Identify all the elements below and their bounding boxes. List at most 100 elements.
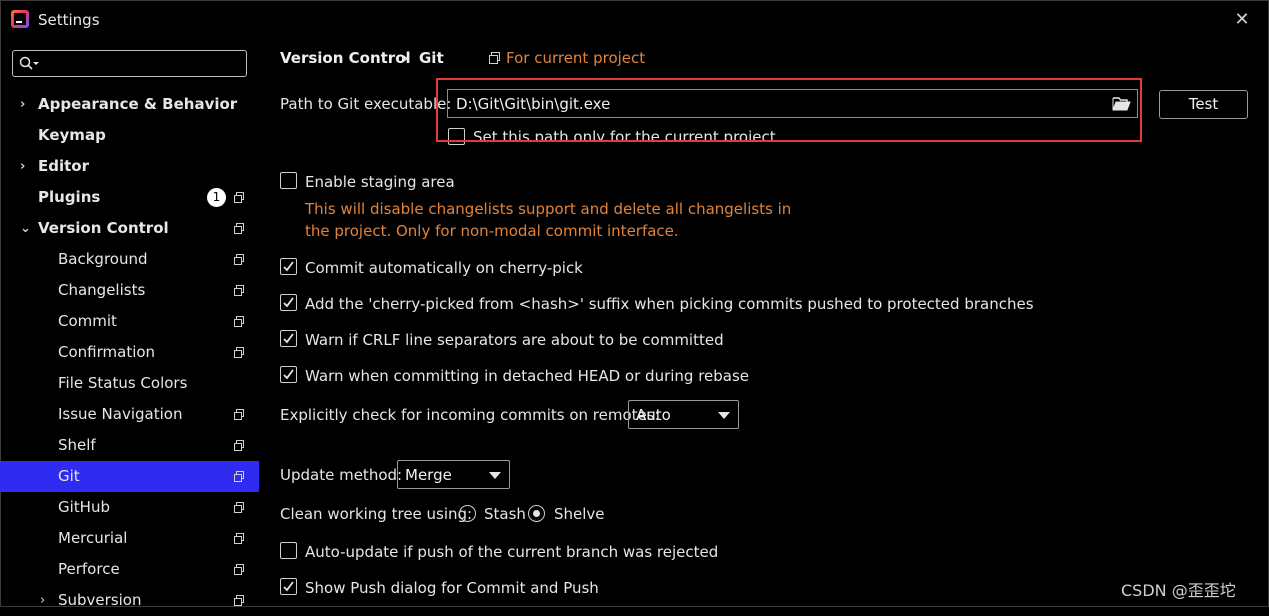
enable-staging-label: Enable staging area — [305, 173, 455, 191]
sidebar-item-git[interactable]: Git — [0, 461, 259, 492]
checkmark-icon — [283, 581, 294, 592]
sidebar-item-keymap[interactable]: Keymap — [0, 120, 259, 151]
cherry-pick-commit-checkbox[interactable] — [280, 258, 297, 275]
enable-staging-checkbox[interactable] — [280, 172, 297, 189]
sidebar-item-appearance-behavior[interactable]: › Appearance & Behavior — [0, 89, 259, 120]
project-scope-icon — [234, 502, 245, 513]
search-icon — [19, 56, 39, 70]
sidebar-item-background[interactable]: Background — [0, 244, 259, 275]
window-title: Settings — [38, 11, 100, 29]
chevron-right-icon[interactable]: › — [20, 89, 32, 120]
sidebar-item-github[interactable]: GitHub — [0, 492, 259, 523]
detached-head-checkbox[interactable] — [280, 366, 297, 383]
sidebar-item-label: Editor — [38, 157, 89, 175]
sidebar-item-label: File Status Colors — [58, 374, 188, 392]
cherry-pick-suffix-label: Add the 'cherry-picked from <hash>' suff… — [305, 295, 1034, 313]
sidebar-item-plugins[interactable]: Plugins 1 — [0, 182, 259, 213]
folder-open-icon[interactable] — [1112, 96, 1131, 111]
auto-update-checkbox[interactable] — [280, 542, 297, 559]
sidebar-item-editor[interactable]: › Editor — [0, 151, 259, 182]
app-logo-icon — [11, 10, 29, 28]
sidebar-item-commit[interactable]: Commit — [0, 306, 259, 337]
update-count-badge: 1 — [207, 188, 226, 207]
git-path-label: Path to Git executable: — [280, 95, 452, 113]
sidebar-item-mercurial[interactable]: Mercurial — [0, 523, 259, 554]
incoming-commits-value: Auto — [636, 406, 671, 424]
chevron-down-icon[interactable]: ⌄ — [20, 213, 32, 244]
sidebar-item-issue-navigation[interactable]: Issue Navigation — [0, 399, 259, 430]
cherry-pick-commit-label: Commit automatically on cherry-pick — [305, 259, 583, 277]
sidebar-item-label: Issue Navigation — [58, 405, 183, 423]
sidebar-item-label: Subversion — [58, 591, 142, 609]
sidebar-item-version-control[interactable]: ⌄ Version Control — [0, 213, 259, 244]
sidebar-item-label: Version Control — [38, 219, 169, 237]
git-path-field[interactable]: D:\Git\Git\bin\git.exe — [447, 89, 1138, 118]
sidebar-item-changelists[interactable]: Changelists — [0, 275, 259, 306]
project-scope-icon — [234, 347, 245, 358]
show-push-dialog-checkbox[interactable] — [280, 578, 297, 595]
sidebar-item-confirmation[interactable]: Confirmation — [0, 337, 259, 368]
sidebar-item-label: Confirmation — [58, 343, 156, 361]
update-method-value: Merge — [405, 466, 452, 484]
shelve-label: Shelve — [554, 505, 605, 523]
watermark-text: CSDN @歪歪坨 — [1121, 581, 1236, 600]
clean-tree-label: Clean working tree using: — [280, 505, 473, 523]
stash-radio[interactable] — [459, 505, 476, 522]
checkmark-icon — [283, 261, 294, 272]
breadcrumb-parent[interactable]: Version Control — [280, 49, 411, 67]
checkmark-icon — [283, 297, 294, 308]
checkmark-icon — [283, 369, 294, 380]
project-scope-icon — [234, 254, 245, 265]
incoming-commits-dropdown[interactable]: Auto — [628, 400, 739, 429]
sidebar-item-label: Background — [58, 250, 148, 268]
project-scope-icon — [234, 471, 245, 482]
update-method-dropdown[interactable]: Merge — [397, 460, 510, 489]
sidebar-item-label: Mercurial — [58, 529, 128, 547]
sidebar-item-shelf[interactable]: Shelf — [0, 430, 259, 461]
sidebar-item-file-status-colors[interactable]: File Status Colors — [0, 368, 259, 399]
sidebar-item-perforce[interactable]: Perforce — [0, 554, 259, 585]
show-push-dialog-label: Show Push dialog for Commit and Push — [305, 579, 599, 597]
sidebar-item-label: Perforce — [58, 560, 120, 578]
detached-head-label: Warn when committing in detached HEAD or… — [305, 367, 750, 385]
project-scope-icon — [234, 533, 245, 544]
sidebar-item-label: Changelists — [58, 281, 146, 299]
close-icon[interactable]: ✕ — [1232, 10, 1252, 30]
sidebar-item-label: Plugins — [38, 188, 101, 206]
current-project-only-checkbox[interactable] — [448, 128, 465, 145]
crlf-warning-label: Warn if CRLF line separators are about t… — [305, 331, 724, 349]
sidebar-item-label: GitHub — [58, 498, 110, 516]
project-scope-icon — [234, 285, 245, 296]
project-scope-icon — [234, 409, 245, 420]
chevron-right-icon[interactable]: › — [40, 585, 52, 616]
scope-label: For current project — [506, 49, 646, 67]
project-scope-icon — [234, 595, 245, 606]
project-scope-icon — [234, 223, 245, 234]
test-button[interactable]: Test — [1159, 90, 1248, 119]
sidebar-item-label: Keymap — [38, 126, 106, 144]
shelve-radio[interactable] — [528, 505, 545, 522]
sidebar-item-label: Shelf — [58, 436, 96, 454]
sidebar-item-label: Git — [58, 467, 80, 485]
sidebar-item-subversion[interactable]: › Subversion — [0, 585, 259, 616]
breadcrumb-separator: › — [402, 49, 409, 67]
checkmark-icon — [283, 333, 294, 344]
dropdown-arrow-icon — [489, 472, 501, 479]
git-path-value: D:\Git\Git\bin\git.exe — [456, 95, 611, 113]
crlf-warning-checkbox[interactable] — [280, 330, 297, 347]
update-method-label: Update method: — [280, 466, 403, 484]
breadcrumb-current: Git — [419, 49, 444, 67]
staging-warning-line2: the project. Only for non-modal commit i… — [305, 222, 679, 240]
sidebar-item-label: Commit — [58, 312, 117, 330]
auto-update-label: Auto-update if push of the current branc… — [305, 543, 719, 561]
search-input[interactable] — [12, 50, 247, 77]
chevron-right-icon[interactable]: › — [20, 151, 32, 182]
cherry-pick-suffix-checkbox[interactable] — [280, 294, 297, 311]
project-scope-icon — [234, 316, 245, 327]
project-scope-icon — [234, 192, 245, 203]
stash-label: Stash — [484, 505, 526, 523]
dropdown-arrow-icon — [718, 412, 730, 419]
project-scope-icon — [234, 564, 245, 575]
sidebar-item-label: Appearance & Behavior — [38, 95, 238, 113]
project-scope-icon — [234, 440, 245, 451]
